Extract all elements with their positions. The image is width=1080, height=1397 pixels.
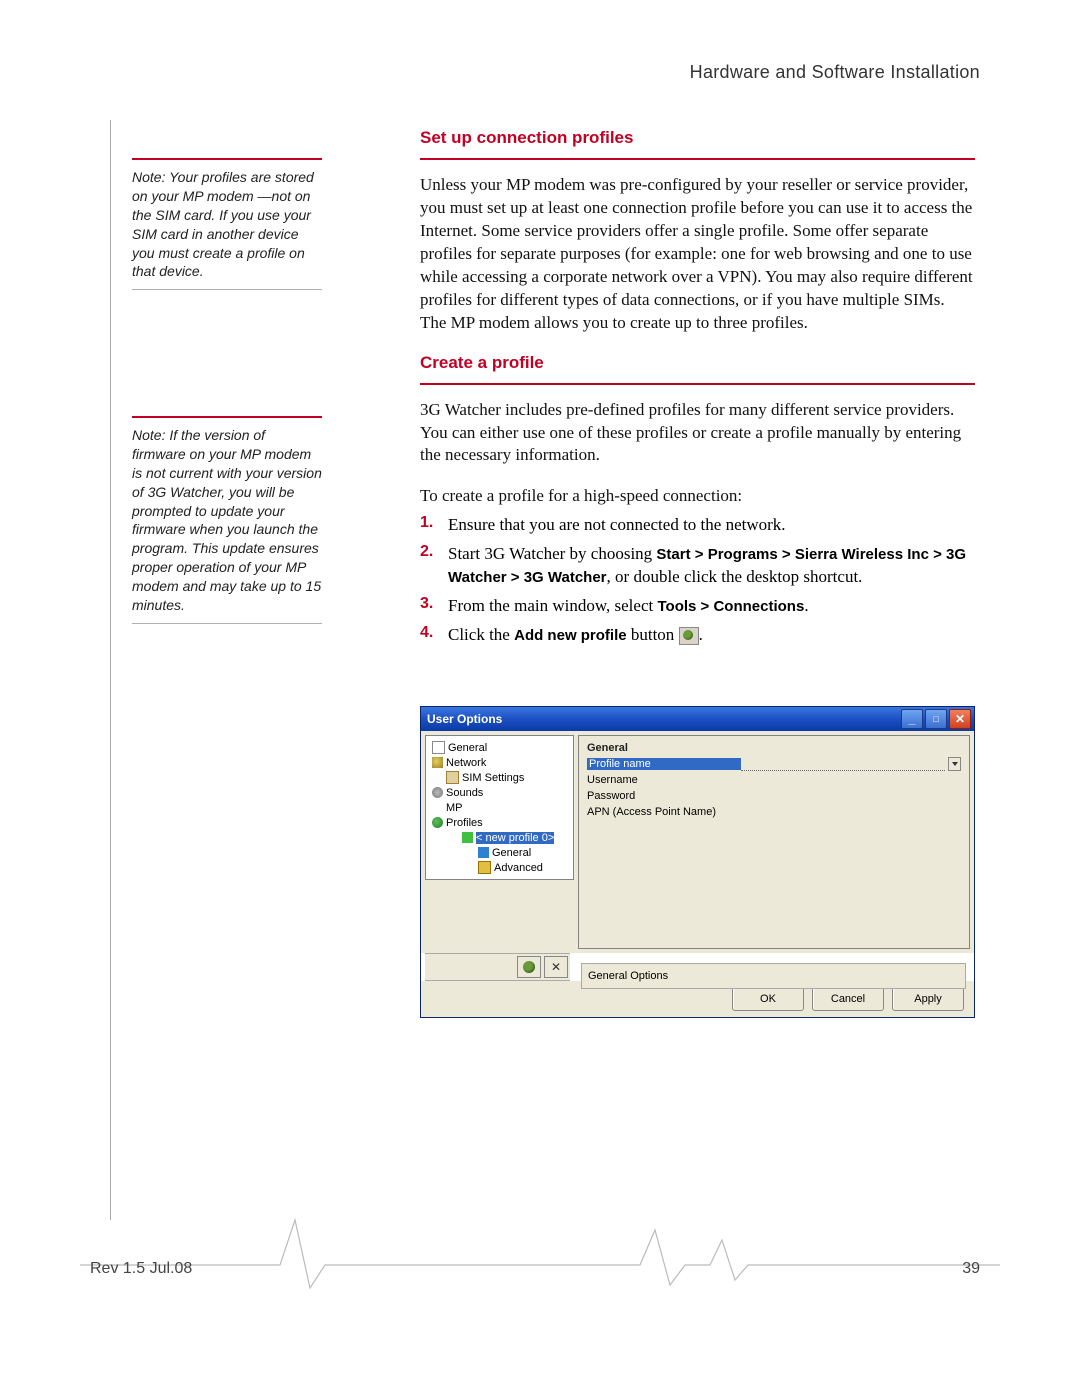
- step-text: From the main window, select Tools > Con…: [448, 595, 809, 618]
- apply-button[interactable]: Apply: [892, 987, 964, 1011]
- step-text: Ensure that you are not connected to the…: [448, 514, 786, 537]
- add-profile-icon: [679, 627, 699, 645]
- step-text: Start 3G Watcher by choosing Start > Pro…: [448, 543, 975, 589]
- page-icon: [432, 741, 445, 754]
- heading-create-profile: Create a profile: [420, 353, 975, 385]
- tree-toolbar: [425, 953, 570, 981]
- profiles-icon: [432, 817, 443, 828]
- window-titlebar: User Options _ □ ✕: [421, 707, 974, 731]
- delete-profile-button[interactable]: [544, 956, 568, 978]
- network-icon: [432, 757, 443, 768]
- sounds-icon: [432, 787, 443, 798]
- general-options-bar: General Options: [581, 963, 966, 989]
- tree-item-new-profile[interactable]: < new profile 0>: [476, 832, 554, 844]
- step-number: 1.: [420, 514, 448, 537]
- step-number: 4.: [420, 624, 448, 647]
- cancel-button[interactable]: Cancel: [812, 987, 884, 1011]
- field-label-username: Username: [587, 774, 737, 786]
- step-number: 2.: [420, 543, 448, 589]
- body-p1: Unless your MP modem was pre-configured …: [420, 174, 975, 335]
- advanced-icon: [478, 861, 491, 874]
- profile-name-input[interactable]: [741, 758, 945, 771]
- steps-list: 1. Ensure that you are not connected to …: [420, 514, 975, 647]
- heading-setup-profiles: Set up connection profiles: [420, 128, 975, 160]
- profile-form-panel: General Profile name Username Password A…: [578, 735, 970, 949]
- user-options-window: User Options _ □ ✕ General Network SIM S…: [420, 706, 975, 1018]
- add-profile-button[interactable]: [517, 956, 541, 978]
- new-profile-icon: [462, 832, 473, 843]
- sim-icon: [446, 771, 459, 784]
- body-p2: 3G Watcher includes pre-defined profiles…: [420, 399, 975, 468]
- options-tree[interactable]: General Network SIM Settings Sounds MP P…: [425, 735, 574, 880]
- panel-group-label: General: [587, 742, 961, 754]
- field-label-password: Password: [587, 790, 737, 802]
- sidenote-1: Note: Your profiles are stored on your M…: [132, 158, 322, 290]
- ok-button[interactable]: OK: [732, 987, 804, 1011]
- window-title: User Options: [427, 712, 502, 726]
- maximize-button[interactable]: □: [925, 709, 947, 729]
- general-icon: [478, 847, 489, 858]
- field-label-profile-name[interactable]: Profile name: [587, 758, 741, 770]
- dropdown-icon[interactable]: [948, 757, 961, 771]
- sidenote-2: Note: If the version of firmware on your…: [132, 416, 322, 624]
- page-number: 39: [962, 1260, 980, 1278]
- footer-waveform: [80, 1210, 1000, 1290]
- margin-rule: [110, 120, 111, 1220]
- minimize-button[interactable]: _: [901, 709, 923, 729]
- field-label-apn: APN (Access Point Name): [587, 806, 767, 818]
- footer-rev: Rev 1.5 Jul.08: [90, 1260, 192, 1278]
- step-number: 3.: [420, 595, 448, 618]
- body-p3: To create a profile for a high-speed con…: [420, 485, 975, 508]
- page-header: Hardware and Software Installation: [690, 62, 980, 83]
- step-text: Click the Add new profile button .: [448, 624, 703, 647]
- close-button[interactable]: ✕: [949, 709, 971, 729]
